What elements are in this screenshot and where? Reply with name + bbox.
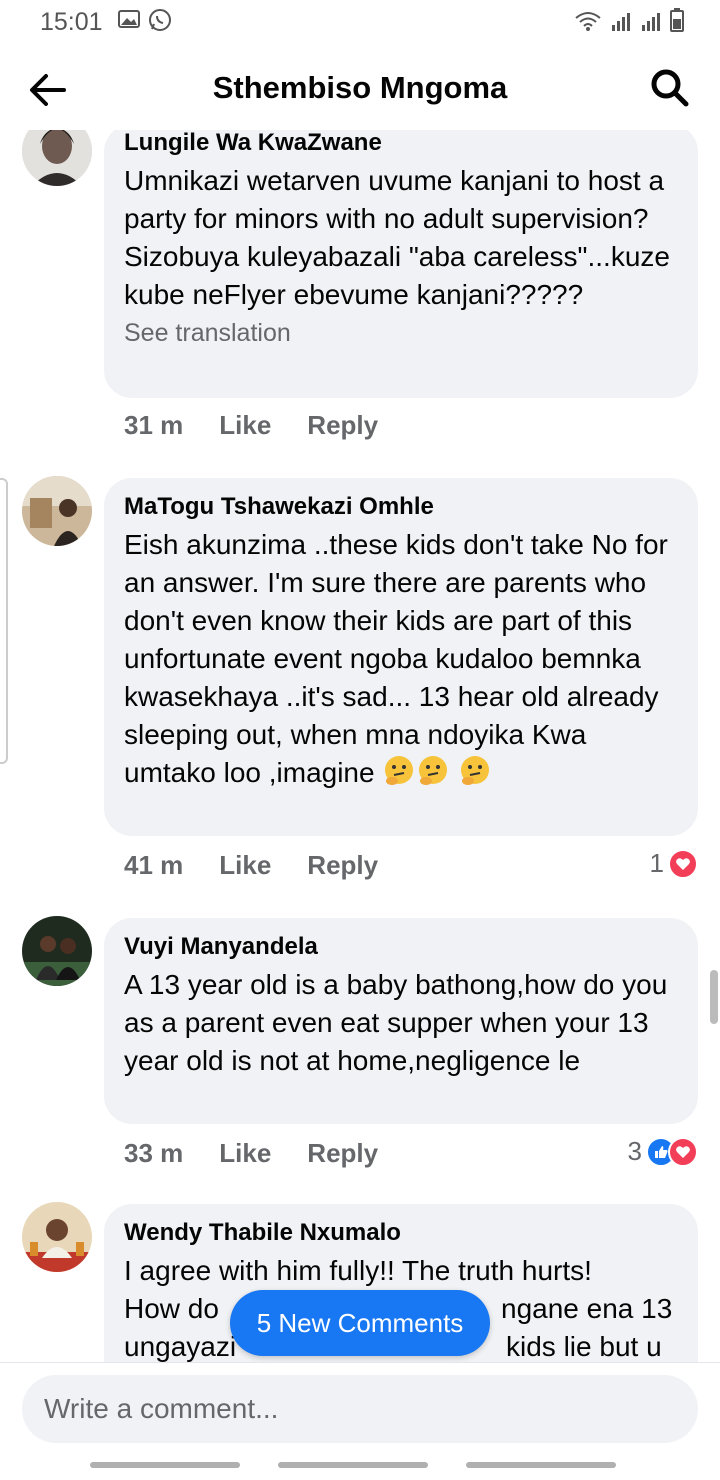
- signal-icon: [642, 13, 660, 31]
- comment-actions: 31 m Like Reply: [124, 410, 378, 441]
- signal-icon: [612, 13, 630, 31]
- like-button[interactable]: Like: [219, 1138, 271, 1169]
- comment-text: A 13 year old is a baby bathong,how do y…: [124, 969, 668, 1076]
- search-button[interactable]: [648, 66, 692, 110]
- comment-text-fragment: kids lie but u: [506, 1331, 662, 1362]
- avatar[interactable]: [22, 476, 92, 546]
- nav-handle[interactable]: [278, 1462, 428, 1468]
- comment-time: 33 m: [124, 1138, 184, 1168]
- reaction-summary[interactable]: 3: [628, 1136, 698, 1167]
- reaction-summary[interactable]: 1: [650, 848, 698, 879]
- comment-text-fragment: ungayazi: [124, 1331, 237, 1362]
- avatar-photo-icon: [22, 916, 92, 986]
- comment-text-fragment: ngane ena 13: [501, 1293, 673, 1324]
- reply-button[interactable]: Reply: [307, 1138, 378, 1169]
- comment-author[interactable]: Lungile Wa KwaZwane: [124, 130, 678, 158]
- scroll-edge-indicator: [0, 478, 8, 764]
- header: Sthembiso Mngoma: [0, 50, 720, 130]
- thinking-face-icon: [385, 756, 414, 785]
- comment-text-body: Eish akunzima ..these kids don't take No…: [124, 529, 668, 788]
- heart-icon: [668, 848, 698, 879]
- nav-handle[interactable]: [90, 1462, 240, 1468]
- heart-icon: [668, 1136, 698, 1167]
- search-icon: [651, 69, 689, 107]
- avatar[interactable]: [22, 130, 92, 186]
- page-title: Sthembiso Mngoma: [212, 70, 508, 105]
- avatar-photo-icon: [22, 130, 92, 186]
- scrollbar-thumb[interactable]: [710, 970, 718, 1024]
- status-time: 15:01: [40, 8, 103, 36]
- comment-author[interactable]: MaTogu Tshawekazi Omhle: [124, 492, 678, 522]
- see-translation-link[interactable]: See translation: [124, 316, 678, 350]
- comment-text: Umnikazi wetarven uvume kanjani to host …: [124, 165, 670, 310]
- comment-text-fragment: How do: [124, 1293, 219, 1324]
- comment-author[interactable]: Wendy Thabile Nxumalo: [124, 1218, 678, 1248]
- status-bar: 15:01: [0, 0, 720, 46]
- comment-bubble[interactable]: Lungile Wa KwaZwane Umnikazi wetarven uv…: [104, 130, 698, 398]
- like-button[interactable]: Like: [219, 850, 271, 881]
- wifi-icon: [575, 12, 601, 31]
- avatar[interactable]: [22, 916, 92, 986]
- navigation-bar: [0, 1462, 720, 1470]
- reaction-count: 3: [627, 1136, 642, 1166]
- new-comments-button[interactable]: 5 New Comments: [230, 1290, 490, 1356]
- comment-actions: 41 m Like Reply: [124, 850, 378, 881]
- like-button[interactable]: Like: [219, 410, 271, 441]
- avatar-photo-icon: [22, 476, 92, 546]
- comment-actions: 33 m Like Reply: [124, 1138, 378, 1169]
- comment-bubble[interactable]: MaTogu Tshawekazi Omhle Eish akunzima ..…: [104, 478, 698, 836]
- comment-text-line: I agree with him fully!! The truth hurts…: [124, 1255, 592, 1286]
- reply-button[interactable]: Reply: [307, 410, 378, 441]
- reply-button[interactable]: Reply: [307, 850, 378, 881]
- thinking-face-icon: [461, 756, 490, 785]
- comment-time: 41 m: [124, 850, 184, 880]
- comment-bubble[interactable]: Vuyi Manyandela A 13 year old is a baby …: [104, 918, 698, 1124]
- whatsapp-icon: [149, 9, 171, 31]
- avatar[interactable]: [22, 1202, 92, 1272]
- avatar-photo-icon: [22, 1202, 92, 1272]
- comment-input[interactable]: [22, 1375, 698, 1443]
- comment-author[interactable]: Vuyi Manyandela: [124, 932, 678, 962]
- comments-feed[interactable]: Lungile Wa KwaZwane Umnikazi wetarven uv…: [0, 130, 720, 1362]
- reaction-count: 1: [649, 848, 664, 878]
- nav-handle[interactable]: [466, 1462, 616, 1468]
- thinking-face-icon: [419, 756, 448, 785]
- battery-icon: [670, 8, 684, 32]
- comment-text: Eish akunzima ..these kids don't take No…: [124, 526, 678, 792]
- comment-time: 31 m: [124, 410, 184, 440]
- gallery-icon: [118, 10, 140, 28]
